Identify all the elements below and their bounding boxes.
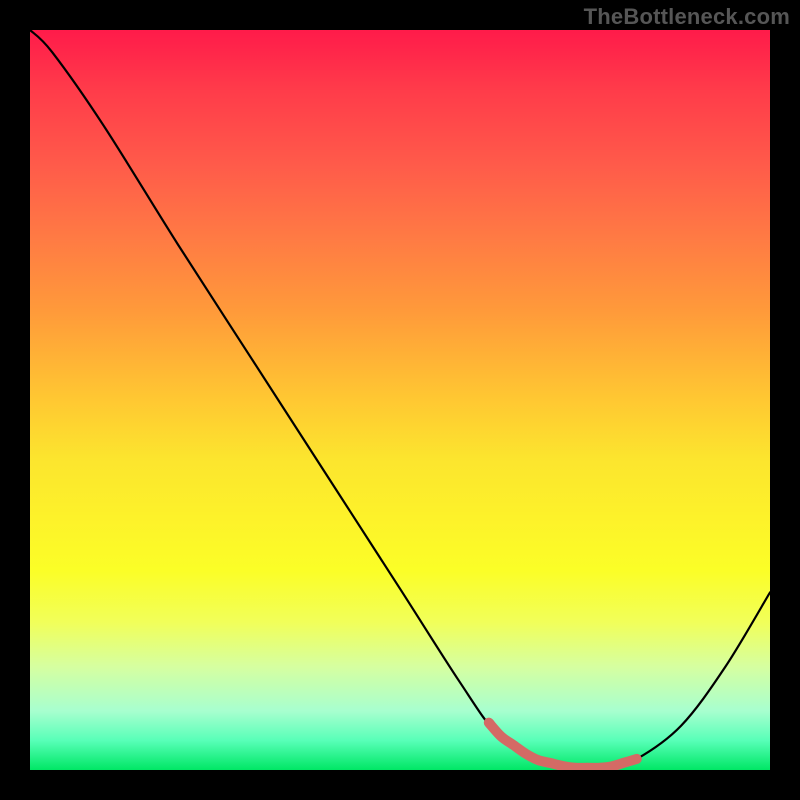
bottleneck-curve	[30, 30, 770, 769]
chart-container: TheBottleneck.com	[0, 0, 800, 800]
highlight-segment	[489, 723, 637, 768]
curve-svg	[30, 30, 770, 770]
attribution-label: TheBottleneck.com	[584, 4, 790, 30]
